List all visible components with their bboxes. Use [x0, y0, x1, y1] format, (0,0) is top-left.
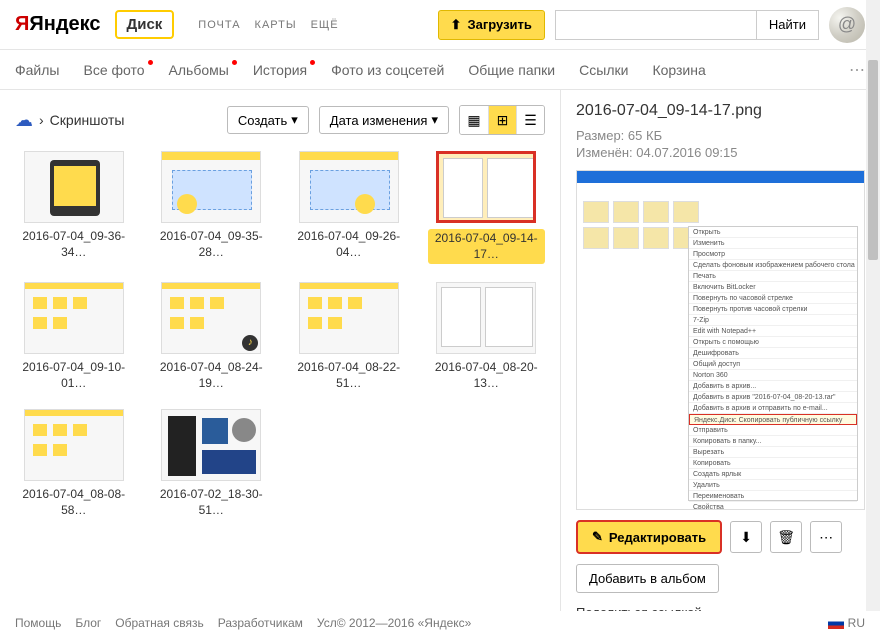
create-label: Создать — [238, 113, 287, 128]
file-item[interactable]: 2016-07-04_09-36-34… — [15, 151, 133, 264]
delete-button[interactable]: 🗑 — [770, 521, 802, 553]
create-button[interactable]: Создать ▾ — [227, 106, 309, 134]
file-grid: 2016-07-04_09-36-34… 2016-07-04_09-35-28…… — [15, 151, 545, 519]
search-input[interactable] — [556, 11, 756, 39]
flag-icon — [828, 618, 844, 629]
breadcrumb-sep: › — [39, 112, 44, 128]
nav-files[interactable]: Файлы — [15, 62, 59, 78]
nav-links[interactable]: Ссылки — [579, 62, 628, 78]
file-thumbnail — [436, 282, 536, 354]
file-actions: ✎ Редактировать ⬇ 🗑 ⋯ — [576, 520, 865, 554]
file-browser: ☁ › Скриншоты Создать▾ Дата изменения▾ ▦… — [0, 90, 560, 611]
breadcrumb-current[interactable]: Скриншоты — [50, 112, 125, 128]
file-name: 2016-07-04_08-20-13… — [428, 360, 546, 391]
main-area: ☁ › Скриншоты Создать▾ Дата изменения▾ ▦… — [0, 90, 880, 611]
file-name: 2016-07-04_09-10-01… — [15, 360, 133, 391]
file-item[interactable]: 2016-07-04_08-20-13… — [428, 282, 546, 391]
file-name: 2016-07-04_09-26-04… — [290, 229, 408, 260]
nav-all-photos[interactable]: Все фото — [83, 62, 144, 78]
chevron-down-icon: ▾ — [431, 112, 438, 128]
nav-history[interactable]: История — [253, 62, 307, 78]
file-thumbnail — [161, 151, 261, 223]
upload-icon: ⬆ — [451, 17, 462, 33]
file-preview[interactable]: ОткрытьИзменитьПросмотрСделать фоновым и… — [576, 170, 865, 510]
file-thumbnail — [299, 151, 399, 223]
top-links: ПОЧТА КАРТЫ ЕЩЁ — [198, 19, 338, 31]
top-link-mail[interactable]: ПОЧТА — [198, 19, 240, 31]
edit-label: Редактировать — [609, 530, 706, 545]
add-to-album-button[interactable]: Добавить в альбом — [576, 564, 719, 593]
file-name: 2016-07-04_09-36-34… — [15, 229, 133, 260]
search-button[interactable]: Найти — [756, 11, 818, 39]
upload-label: Загрузить — [467, 17, 531, 32]
sort-button[interactable]: Дата изменения▾ — [319, 106, 449, 134]
top-link-more[interactable]: ЕЩЁ — [311, 19, 339, 31]
file-modified: Изменён: 04.07.2016 09:15 — [576, 145, 865, 160]
file-name: 2016-07-04_08-22-51… — [290, 360, 408, 391]
download-icon: ⬇ — [740, 529, 752, 546]
trash-icon: 🗑 — [777, 529, 795, 546]
sort-label: Дата изменения — [330, 113, 428, 128]
file-item[interactable]: 2016-07-04_08-22-51… — [290, 282, 408, 391]
nav-albums[interactable]: Альбомы — [169, 62, 229, 78]
lang-switcher[interactable]: RU — [828, 616, 865, 630]
more-button[interactable]: ⋯ — [810, 521, 842, 553]
pencil-icon: ✎ — [592, 529, 603, 545]
file-name: 2016-07-04_08-08-58… — [15, 487, 133, 518]
nav-social[interactable]: Фото из соцсетей — [331, 62, 444, 78]
file-thumbnail — [436, 151, 536, 223]
edit-button[interactable]: ✎ Редактировать — [576, 520, 722, 554]
app-header: ЯЯндекс Диск ПОЧТА КАРТЫ ЕЩЁ ⬆ Загрузить… — [0, 0, 880, 50]
toolbar: ☁ › Скриншоты Создать▾ Дата изменения▾ ▦… — [15, 105, 545, 135]
cloud-icon[interactable]: ☁ — [15, 110, 33, 131]
file-thumbnail — [299, 282, 399, 354]
more-icon: ⋯ — [819, 529, 833, 546]
file-name: 2016-07-04_09-14-17… — [428, 229, 546, 264]
scrollbar[interactable] — [866, 0, 880, 611]
file-size: Размер: 65 КБ — [576, 128, 865, 143]
footer-feedback[interactable]: Обратная связь — [115, 616, 203, 630]
footer-help[interactable]: Помощь — [15, 616, 61, 630]
file-item[interactable]: 2016-07-04_09-14-17… — [428, 151, 546, 264]
footer-copyright: Усл© 2012—2016 «Яндекс» — [317, 616, 471, 630]
download-button[interactable]: ⬇ — [730, 521, 762, 553]
file-item[interactable]: ♪ 2016-07-04_08-24-19… — [153, 282, 271, 391]
file-name: 2016-07-04_09-35-28… — [153, 229, 271, 260]
file-thumbnail — [24, 282, 124, 354]
details-panel: 2016-07-04_09-14-17.png Размер: 65 КБ Из… — [560, 90, 880, 611]
file-thumbnail: ♪ — [161, 282, 261, 354]
view-switcher: ▦ ⊞ ☰ — [459, 105, 545, 135]
footer-blog[interactable]: Блог — [75, 616, 101, 630]
view-list-icon[interactable]: ☰ — [516, 106, 544, 134]
yandex-logo[interactable]: ЯЯндекс — [15, 13, 101, 36]
chevron-down-icon: ▾ — [291, 112, 298, 128]
file-thumbnail — [161, 409, 261, 481]
nav-trash[interactable]: Корзина — [652, 62, 705, 78]
user-avatar[interactable]: @ — [829, 7, 865, 43]
file-thumbnail — [24, 151, 124, 223]
nav-more-icon[interactable]: ⋯ — [849, 60, 865, 80]
file-title: 2016-07-04_09-14-17.png — [576, 102, 865, 120]
nav-shared[interactable]: Общие папки — [468, 62, 555, 78]
footer-dev[interactable]: Разработчикам — [218, 616, 303, 630]
file-item[interactable]: 2016-07-04_09-35-28… — [153, 151, 271, 264]
view-large-icon[interactable]: ▦ — [460, 106, 488, 134]
view-grid-icon[interactable]: ⊞ — [488, 106, 516, 134]
footer: Помощь Блог Обратная связь Разработчикам… — [0, 611, 880, 635]
file-name: 2016-07-02_18-30-51… — [153, 487, 271, 518]
file-name: 2016-07-04_08-24-19… — [153, 360, 271, 391]
nav-tabs: Файлы Все фото Альбомы История Фото из с… — [0, 50, 880, 90]
file-thumbnail — [24, 409, 124, 481]
file-item[interactable]: 2016-07-04_08-08-58… — [15, 409, 133, 518]
logo-text: Яндекс — [29, 13, 100, 35]
search-box: Найти — [555, 10, 819, 40]
breadcrumb: ☁ › Скриншоты — [15, 110, 124, 131]
service-badge[interactable]: Диск — [115, 10, 175, 39]
file-item[interactable]: 2016-07-04_09-26-04… — [290, 151, 408, 264]
upload-button[interactable]: ⬆ Загрузить — [438, 10, 545, 40]
top-link-maps[interactable]: КАРТЫ — [255, 19, 297, 31]
file-item[interactable]: 2016-07-04_09-10-01… — [15, 282, 133, 391]
file-item[interactable]: 2016-07-02_18-30-51… — [153, 409, 271, 518]
